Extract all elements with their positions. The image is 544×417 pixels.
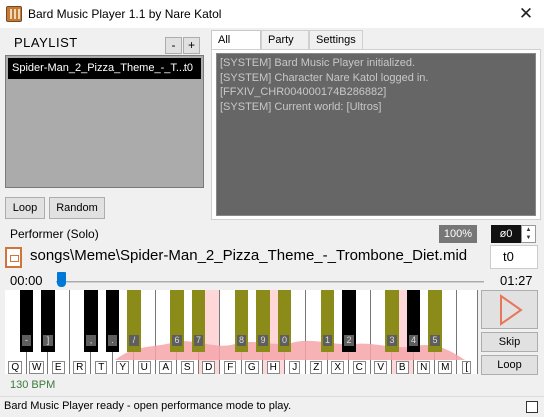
progress-slider[interactable] (56, 281, 484, 283)
log-line: [SYSTEM] Bard Music Player initialized. (220, 57, 416, 69)
remove-song-button[interactable]: - (165, 37, 182, 54)
white-key-label: V (371, 361, 392, 374)
white-key-label: G (242, 361, 263, 374)
black-key[interactable]: - (19, 290, 34, 352)
octave-value[interactable]: ø0 (491, 225, 521, 243)
log-output[interactable]: [SYSTEM] Bard Music Player initialized. … (216, 53, 536, 216)
progress-thumb[interactable] (57, 272, 66, 287)
log-panel: [SYSTEM] Bard Music Player initialized. … (211, 49, 541, 220)
white-key-label: U (134, 361, 155, 374)
black-key-label: 1 (322, 335, 333, 346)
song-path: songs\Meme\Spider-Man_2_Pizza_Theme_-_Tr… (30, 247, 468, 264)
black-key[interactable]: . (105, 290, 120, 352)
octave-stepper[interactable]: ▲ ▼ (521, 225, 536, 243)
playlist-item-track: t0 (183, 62, 193, 74)
log-line: [FFXIV_CHR004000174B286882] (220, 86, 387, 98)
playlist-loop-button[interactable]: Loop (5, 197, 45, 219)
close-button[interactable]: ✕ (508, 0, 544, 28)
black-key-label: 5 (430, 335, 440, 346)
white-key[interactable]: [ (456, 290, 478, 374)
black-key[interactable]: ] (41, 290, 55, 352)
white-key-label: R (70, 361, 91, 374)
black-key[interactable]: 3 (385, 290, 399, 352)
black-key-label: 3 (387, 335, 397, 346)
tab-settings[interactable]: Settings (309, 30, 363, 50)
play-button[interactable] (481, 290, 538, 329)
white-key-label: M (435, 361, 456, 374)
white-key-label: T (91, 361, 112, 374)
black-key[interactable]: 8 (234, 290, 249, 352)
playlist-label: PLAYLIST (14, 35, 78, 50)
performer-label: Performer (Solo) (10, 227, 99, 241)
open-song-icon[interactable] (5, 247, 22, 268)
white-key-label: D (199, 361, 220, 374)
black-key[interactable]: 0 (277, 290, 292, 352)
black-key[interactable]: 1 (320, 290, 335, 352)
black-key-label: ] (43, 335, 53, 346)
tab-party[interactable]: Party (261, 30, 309, 50)
loop-button[interactable]: Loop (481, 355, 538, 375)
elapsed-time: 00:00 (10, 273, 43, 288)
black-key-label: 0 (279, 335, 290, 346)
black-key-label: 2 (344, 335, 354, 346)
total-time: 01:27 (500, 273, 533, 288)
add-song-button[interactable]: + (183, 37, 200, 54)
stepper-up-icon[interactable]: ▲ (522, 226, 535, 234)
status-divider (0, 396, 544, 397)
white-key-label: [ (457, 361, 478, 374)
stepper-down-icon[interactable]: ▼ (522, 234, 535, 242)
track-selector[interactable]: t0 (490, 245, 538, 269)
tab-all[interactable]: All (211, 30, 261, 51)
log-line: [SYSTEM] Character Nare Katol logged in. (220, 71, 429, 84)
window-title: Bard Music Player 1.1 by Nare Katol (28, 7, 222, 21)
black-key[interactable]: / (127, 290, 141, 352)
white-key-label: Q (5, 361, 26, 374)
black-key[interactable]: , (84, 290, 98, 352)
white-key-label: C (349, 361, 370, 374)
white-key-label: S (177, 361, 198, 374)
status-text: Bard Music Player ready - open performan… (4, 400, 292, 412)
playlist-item-name: Spider-Man_2_Pizza_Theme_-_T... (12, 62, 186, 74)
black-key-label: - (21, 335, 32, 346)
white-key-label: Z (306, 361, 327, 374)
log-tabs: All Party Settings (211, 30, 541, 51)
app-icon (6, 6, 22, 22)
black-key[interactable]: 2 (342, 290, 356, 352)
black-key-label: 4 (408, 335, 419, 346)
white-key-label: F (220, 361, 241, 374)
skip-button[interactable]: Skip (481, 332, 538, 352)
volume-control[interactable]: 100% (439, 225, 477, 243)
white-key-label: W (27, 361, 48, 374)
black-key[interactable]: 4 (406, 290, 421, 352)
black-key-label: . (107, 335, 118, 346)
black-key-label: / (129, 335, 139, 346)
black-key[interactable]: 9 (256, 290, 270, 352)
play-icon (500, 294, 523, 326)
playlist-list[interactable]: Spider-Man_2_Pizza_Theme_-_T... t0 (5, 55, 204, 188)
white-key-label: B (392, 361, 413, 374)
status-checkbox[interactable] (526, 401, 538, 413)
black-key-label: 7 (193, 335, 204, 346)
white-key-label: N (414, 361, 435, 374)
black-key[interactable]: 6 (170, 290, 184, 352)
white-key-label: X (328, 361, 349, 374)
playlist-item[interactable]: Spider-Man_2_Pizza_Theme_-_T... t0 (8, 58, 201, 79)
bpm-display: 130 BPM (10, 379, 56, 391)
title-bar: Bard Music Player 1.1 by Nare Katol ✕ (0, 0, 544, 28)
black-key-label: , (86, 335, 96, 346)
white-key-label: Y (113, 361, 134, 374)
white-key-label: A (156, 361, 177, 374)
black-key[interactable]: 7 (191, 290, 206, 352)
black-key-label: 6 (172, 335, 182, 346)
black-key-label: 9 (258, 335, 268, 346)
playlist-random-button[interactable]: Random (49, 197, 105, 219)
white-key-label: J (285, 361, 306, 374)
piano-keyboard: Q W E R T Y U A S D F G H J Z X C V B N M[ -],. / 6 7 8 9 0 1 2 3 4 5 (5, 290, 478, 374)
black-key[interactable]: 5 (428, 290, 442, 352)
log-line: [SYSTEM] Current world: [Ultros] (220, 100, 382, 113)
black-key-label: 8 (236, 335, 247, 346)
white-key-label: H (263, 361, 284, 374)
white-key-label: E (48, 361, 69, 374)
